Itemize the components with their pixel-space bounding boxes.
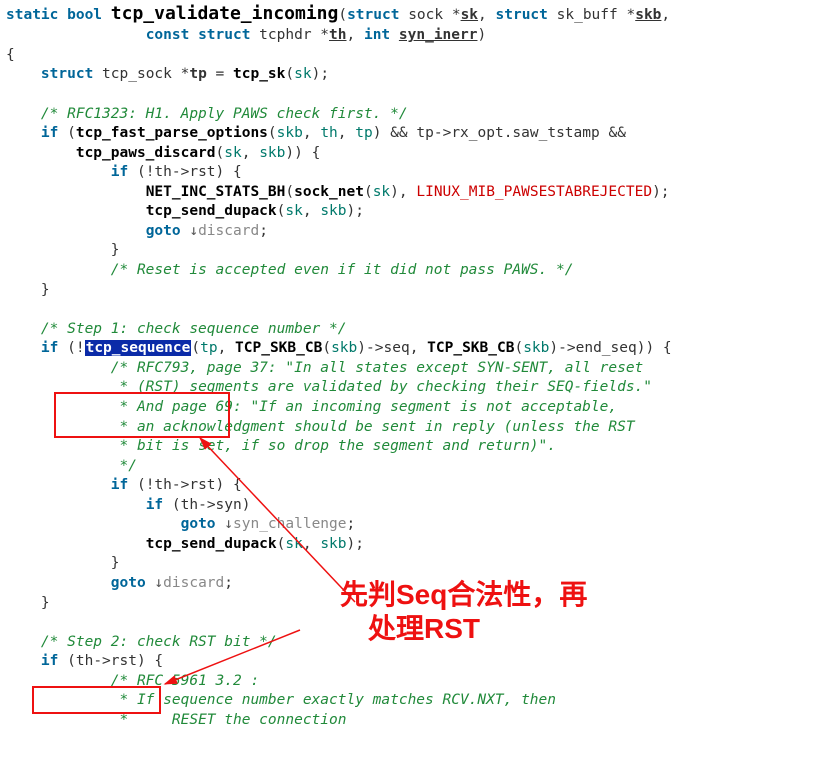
var-tp: tp bbox=[189, 66, 206, 82]
param-sk: sk bbox=[461, 7, 478, 23]
mem-endseq: end_seq bbox=[576, 340, 637, 356]
goto-label: syn_challenge bbox=[233, 516, 347, 532]
arg-sk: sk bbox=[294, 66, 311, 82]
arg: th bbox=[320, 125, 337, 141]
cmt-step1: /* Step 1: check sequence number */ bbox=[41, 321, 347, 337]
kw-if: if bbox=[111, 164, 128, 180]
op-bang: ! bbox=[76, 340, 85, 356]
kw-goto: goto bbox=[111, 575, 146, 591]
op-and: && bbox=[608, 125, 625, 141]
enum-pawsrejected: LINUX_MIB_PAWSESTABREJECTED bbox=[416, 184, 652, 200]
func-name: tcp_validate_incoming bbox=[111, 3, 339, 24]
cmt-rfc5961-3: * RESET the connection bbox=[111, 712, 347, 728]
param-th: th bbox=[329, 27, 346, 43]
arg: skb bbox=[320, 203, 346, 219]
goto-label: discard bbox=[198, 223, 259, 239]
arg: skb bbox=[320, 536, 346, 552]
goto-arrow-icon: ↓ bbox=[189, 223, 198, 239]
cmt-seq4: * an acknowledgment should be sent in re… bbox=[111, 419, 635, 435]
call-dupack: tcp_send_dupack bbox=[146, 203, 277, 219]
cmt-paws: /* RFC1323: H1. Apply PAWS check first. … bbox=[41, 106, 408, 122]
call-skbcb: TCP_SKB_CB bbox=[235, 340, 322, 356]
kw-if: if bbox=[111, 477, 128, 493]
highlight-tcp-sequence: tcp_sequence bbox=[85, 340, 192, 356]
kw-if: if bbox=[41, 653, 58, 669]
cmt-seq2: * (RST) segments are validated by checki… bbox=[111, 379, 652, 395]
kw-goto: goto bbox=[146, 223, 181, 239]
param-syninerr: syn_inerr bbox=[399, 27, 478, 43]
arg: skb bbox=[523, 340, 549, 356]
op-and: && bbox=[390, 125, 407, 141]
cmt-seq5: * bit is set, if so drop the segment and… bbox=[111, 438, 556, 454]
cmt-seq1: /* RFC793, page 37: "In all states excep… bbox=[111, 360, 644, 376]
call-fast-parse: tcp_fast_parse_options bbox=[76, 125, 268, 141]
param-skb: skb bbox=[635, 7, 661, 23]
call-socknet: sock_net bbox=[294, 184, 364, 200]
expr-notrst: !th->rst bbox=[146, 164, 216, 180]
cmt-reset-paws: /* Reset is accepted even if it did not … bbox=[111, 262, 574, 278]
arg: skb bbox=[277, 125, 303, 141]
arg: sk bbox=[373, 184, 390, 200]
arg: skb bbox=[259, 145, 285, 161]
expr-thrst: th->rst bbox=[76, 653, 137, 669]
cmt-rfc5961-2: * If sequence number exactly matches RCV… bbox=[111, 692, 556, 708]
goto-arrow-icon: ↓ bbox=[224, 516, 233, 532]
call-tcpsk: tcp_sk bbox=[233, 66, 285, 82]
arg: sk bbox=[285, 536, 302, 552]
cmt-rfc5961-1: /* RFC 5961 3.2 : bbox=[111, 673, 259, 689]
call-dupack: tcp_send_dupack bbox=[146, 536, 277, 552]
kw-if: if bbox=[41, 340, 58, 356]
code-block: static bool tcp_validate_incoming(struct… bbox=[0, 0, 830, 731]
arg: sk bbox=[285, 203, 302, 219]
kw-goto: goto bbox=[181, 516, 216, 532]
expr-notrst: !th->rst bbox=[146, 477, 216, 493]
expr-rxopt: tp->rx_opt.saw_tstamp bbox=[416, 125, 599, 141]
arg: sk bbox=[224, 145, 241, 161]
call-netinc: NET_INC_STATS_BH bbox=[146, 184, 286, 200]
goto-arrow-icon: ↓ bbox=[154, 575, 163, 591]
goto-label: discard bbox=[163, 575, 224, 591]
call-skbcb: TCP_SKB_CB bbox=[427, 340, 514, 356]
call-paws-discard: tcp_paws_discard bbox=[76, 145, 216, 161]
expr-thsyn: th->syn bbox=[181, 497, 242, 513]
mem-seq: seq bbox=[383, 340, 409, 356]
cmt-seq3: * And page 69: "If an incoming segment i… bbox=[111, 399, 617, 415]
cmt-step2: /* Step 2: check RST bit */ bbox=[41, 634, 277, 650]
kw-if: if bbox=[146, 497, 163, 513]
cmt-seq6: */ bbox=[111, 458, 137, 474]
arg: tp bbox=[200, 340, 217, 356]
arg: tp bbox=[355, 125, 372, 141]
arg: skb bbox=[331, 340, 357, 356]
kw-static-bool: static bool bbox=[6, 7, 102, 23]
kw-if: if bbox=[41, 125, 58, 141]
